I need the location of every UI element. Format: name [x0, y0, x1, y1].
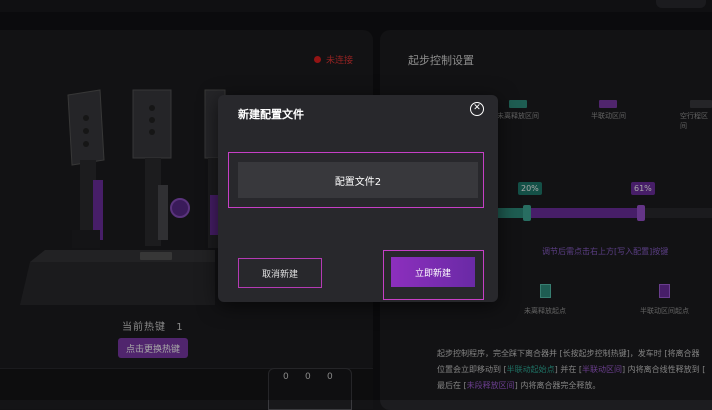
dialog-title: 新建配置文件 [238, 108, 304, 121]
profile-name-input[interactable] [238, 162, 478, 198]
confirm-highlight: 立即新建 [383, 250, 484, 300]
cancel-button[interactable]: 取消新建 [238, 258, 322, 288]
close-icon[interactable]: ✕ [470, 102, 484, 116]
new-profile-dialog: 新建配置文件 ✕ 取消新建 立即新建 [218, 95, 498, 302]
create-now-button[interactable]: 立即新建 [391, 257, 475, 287]
profile-name-highlight [228, 152, 484, 208]
